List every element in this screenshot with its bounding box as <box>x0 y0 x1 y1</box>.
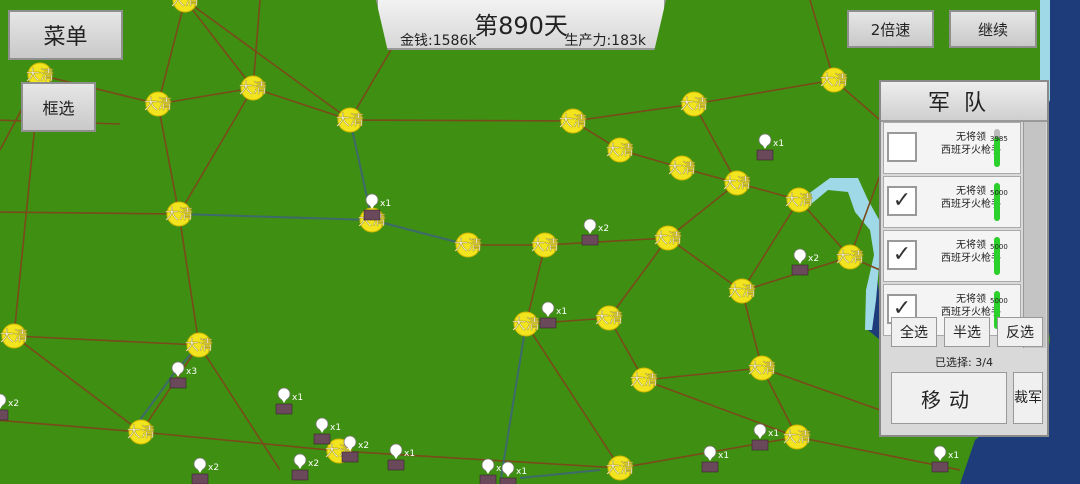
army-count: x1 <box>768 429 779 439</box>
city-label: 大清 <box>595 311 623 327</box>
box-select-button[interactable]: 框选 <box>21 82 96 132</box>
invert-selection-button[interactable]: 反选 <box>997 317 1043 347</box>
city-label: 大清 <box>654 231 682 247</box>
unit-row[interactable]: ✓ 无将领 西班牙火枪手 5000 <box>883 176 1021 228</box>
soldier-group-icon <box>701 461 719 473</box>
army-count: x2 <box>808 254 819 264</box>
city-label: 大清 <box>512 317 540 333</box>
army-count: x1 <box>404 449 415 459</box>
city-label: 大清 <box>165 207 193 223</box>
city-label: 大清 <box>559 114 587 130</box>
army-count: x2 <box>208 463 219 473</box>
unit-row[interactable]: 无将领 西班牙火枪手 3985 <box>883 122 1021 174</box>
city-label: 大清 <box>531 238 559 254</box>
unit-row[interactable]: ✓ 无将领 西班牙火枪手 5000 <box>883 230 1021 282</box>
unit-type: 西班牙火枪手 <box>941 199 1001 210</box>
unit-checkbox[interactable]: ✓ <box>887 240 917 270</box>
army-count: x2 <box>308 459 319 469</box>
speed-button[interactable]: 2倍速 <box>847 10 934 48</box>
soldier-group-icon <box>275 403 293 415</box>
city-label: 大清 <box>0 329 28 345</box>
city-label: 大清 <box>785 193 813 209</box>
army-count: x1 <box>330 423 341 433</box>
city-label: 大清 <box>144 97 172 113</box>
soldier-group-icon <box>791 264 809 276</box>
city-label: 大清 <box>239 81 267 97</box>
road <box>349 119 574 122</box>
money-readout: 金钱:1586k <box>400 33 477 49</box>
soldier-group-icon <box>479 474 497 484</box>
army-count: x3 <box>186 367 197 377</box>
soldier-group-icon <box>751 439 769 451</box>
city-label: 大清 <box>171 0 199 9</box>
unit-hp-value: 5000 <box>990 297 1008 305</box>
status-bar: 第890天 金钱:1586k 生产力:183k <box>376 0 666 50</box>
city-label: 大清 <box>336 113 364 129</box>
soldier-group-icon <box>756 149 774 161</box>
soldier-group-icon <box>0 409 9 421</box>
production-readout: 生产力:183k <box>564 33 646 49</box>
army-count: x1 <box>516 467 527 477</box>
soldier-group-icon <box>387 459 405 471</box>
menu-button[interactable]: 菜单 <box>8 10 123 60</box>
unit-hp-value: 3985 <box>990 135 1008 143</box>
city-label: 大清 <box>748 361 776 377</box>
army-panel-title: 军队 <box>881 82 1047 122</box>
city-label: 大清 <box>668 161 696 177</box>
city-label: 大清 <box>820 73 848 89</box>
unit-type: 西班牙火枪手 <box>941 253 1001 264</box>
selected-count: 已选择: 3/4 <box>935 356 993 369</box>
army-count: x1 <box>948 451 959 461</box>
unit-checkbox[interactable]: ✓ <box>887 186 917 216</box>
soldier-group-icon <box>191 473 209 484</box>
army-panel: 军队 无将领 西班牙火枪手 3985 ✓ 无将领 西班牙火枪手 5000 ✓ 无将领 西班牙火枪手… <box>879 80 1049 437</box>
soldier-group-icon <box>363 209 381 221</box>
soldier-group-icon <box>169 377 187 389</box>
army-count: x1 <box>380 199 391 209</box>
unit-list-scrollbar[interactable] <box>1023 122 1046 348</box>
city-label: 大清 <box>606 143 634 159</box>
continue-button[interactable]: 继续 <box>949 10 1037 48</box>
city-label: 大清 <box>454 238 482 254</box>
select-all-button[interactable]: 全选 <box>891 317 937 347</box>
city-label: 大清 <box>127 425 155 441</box>
city-label: 大清 <box>783 430 811 446</box>
select-half-button[interactable]: 半选 <box>944 317 990 347</box>
disband-button[interactable]: 裁军 <box>1013 372 1043 424</box>
unit-hp-value: 5000 <box>990 189 1008 197</box>
city-label: 大清 <box>606 461 634 477</box>
soldier-group-icon <box>931 461 949 473</box>
soldier-group-icon <box>291 469 309 481</box>
army-count: x1 <box>773 139 784 149</box>
soldier-group-icon <box>581 234 599 246</box>
city-label: 大清 <box>185 338 213 354</box>
soldier-group-icon <box>341 451 359 463</box>
move-button[interactable]: 移动 <box>891 372 1007 424</box>
army-count: x1 <box>556 307 567 317</box>
city-label: 大清 <box>728 284 756 300</box>
army-count: x1 <box>292 393 303 403</box>
army-count: x2 <box>8 399 19 409</box>
army-count: x2 <box>598 224 609 234</box>
city-label: 大清 <box>723 176 751 192</box>
army-count: x1 <box>718 451 729 461</box>
soldier-group-icon <box>539 317 557 329</box>
city-label: 大清 <box>680 97 708 113</box>
army-count: x2 <box>358 441 369 451</box>
soldier-group-icon <box>499 477 517 484</box>
city-label: 大清 <box>836 250 864 266</box>
unit-hp-value: 5000 <box>990 243 1008 251</box>
unit-type: 西班牙火枪手 <box>941 145 1001 156</box>
unit-checkbox[interactable] <box>887 132 917 162</box>
city-label: 大清 <box>630 373 658 389</box>
soldier-group-icon <box>313 433 331 445</box>
